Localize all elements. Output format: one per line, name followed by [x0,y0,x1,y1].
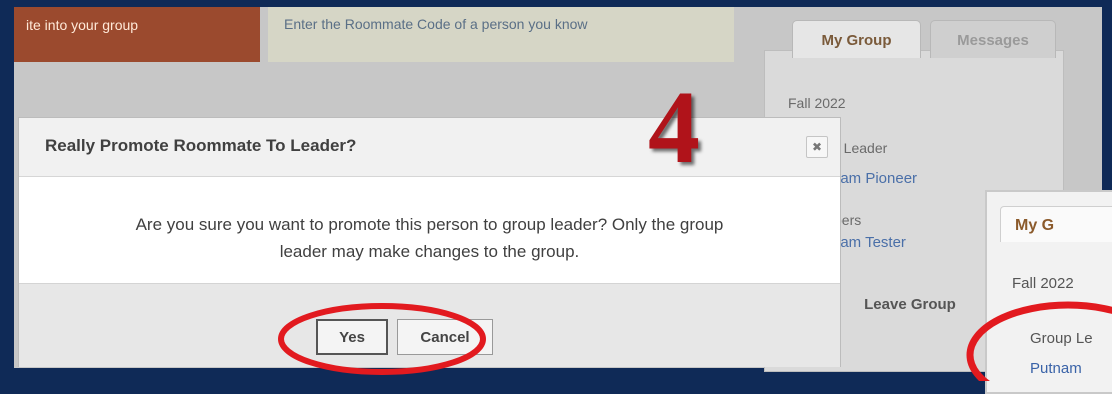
highlight-overlay [278,301,1112,381]
mini-panel-highlight-circle [966,301,1112,381]
yes-highlight-circle [278,303,486,375]
